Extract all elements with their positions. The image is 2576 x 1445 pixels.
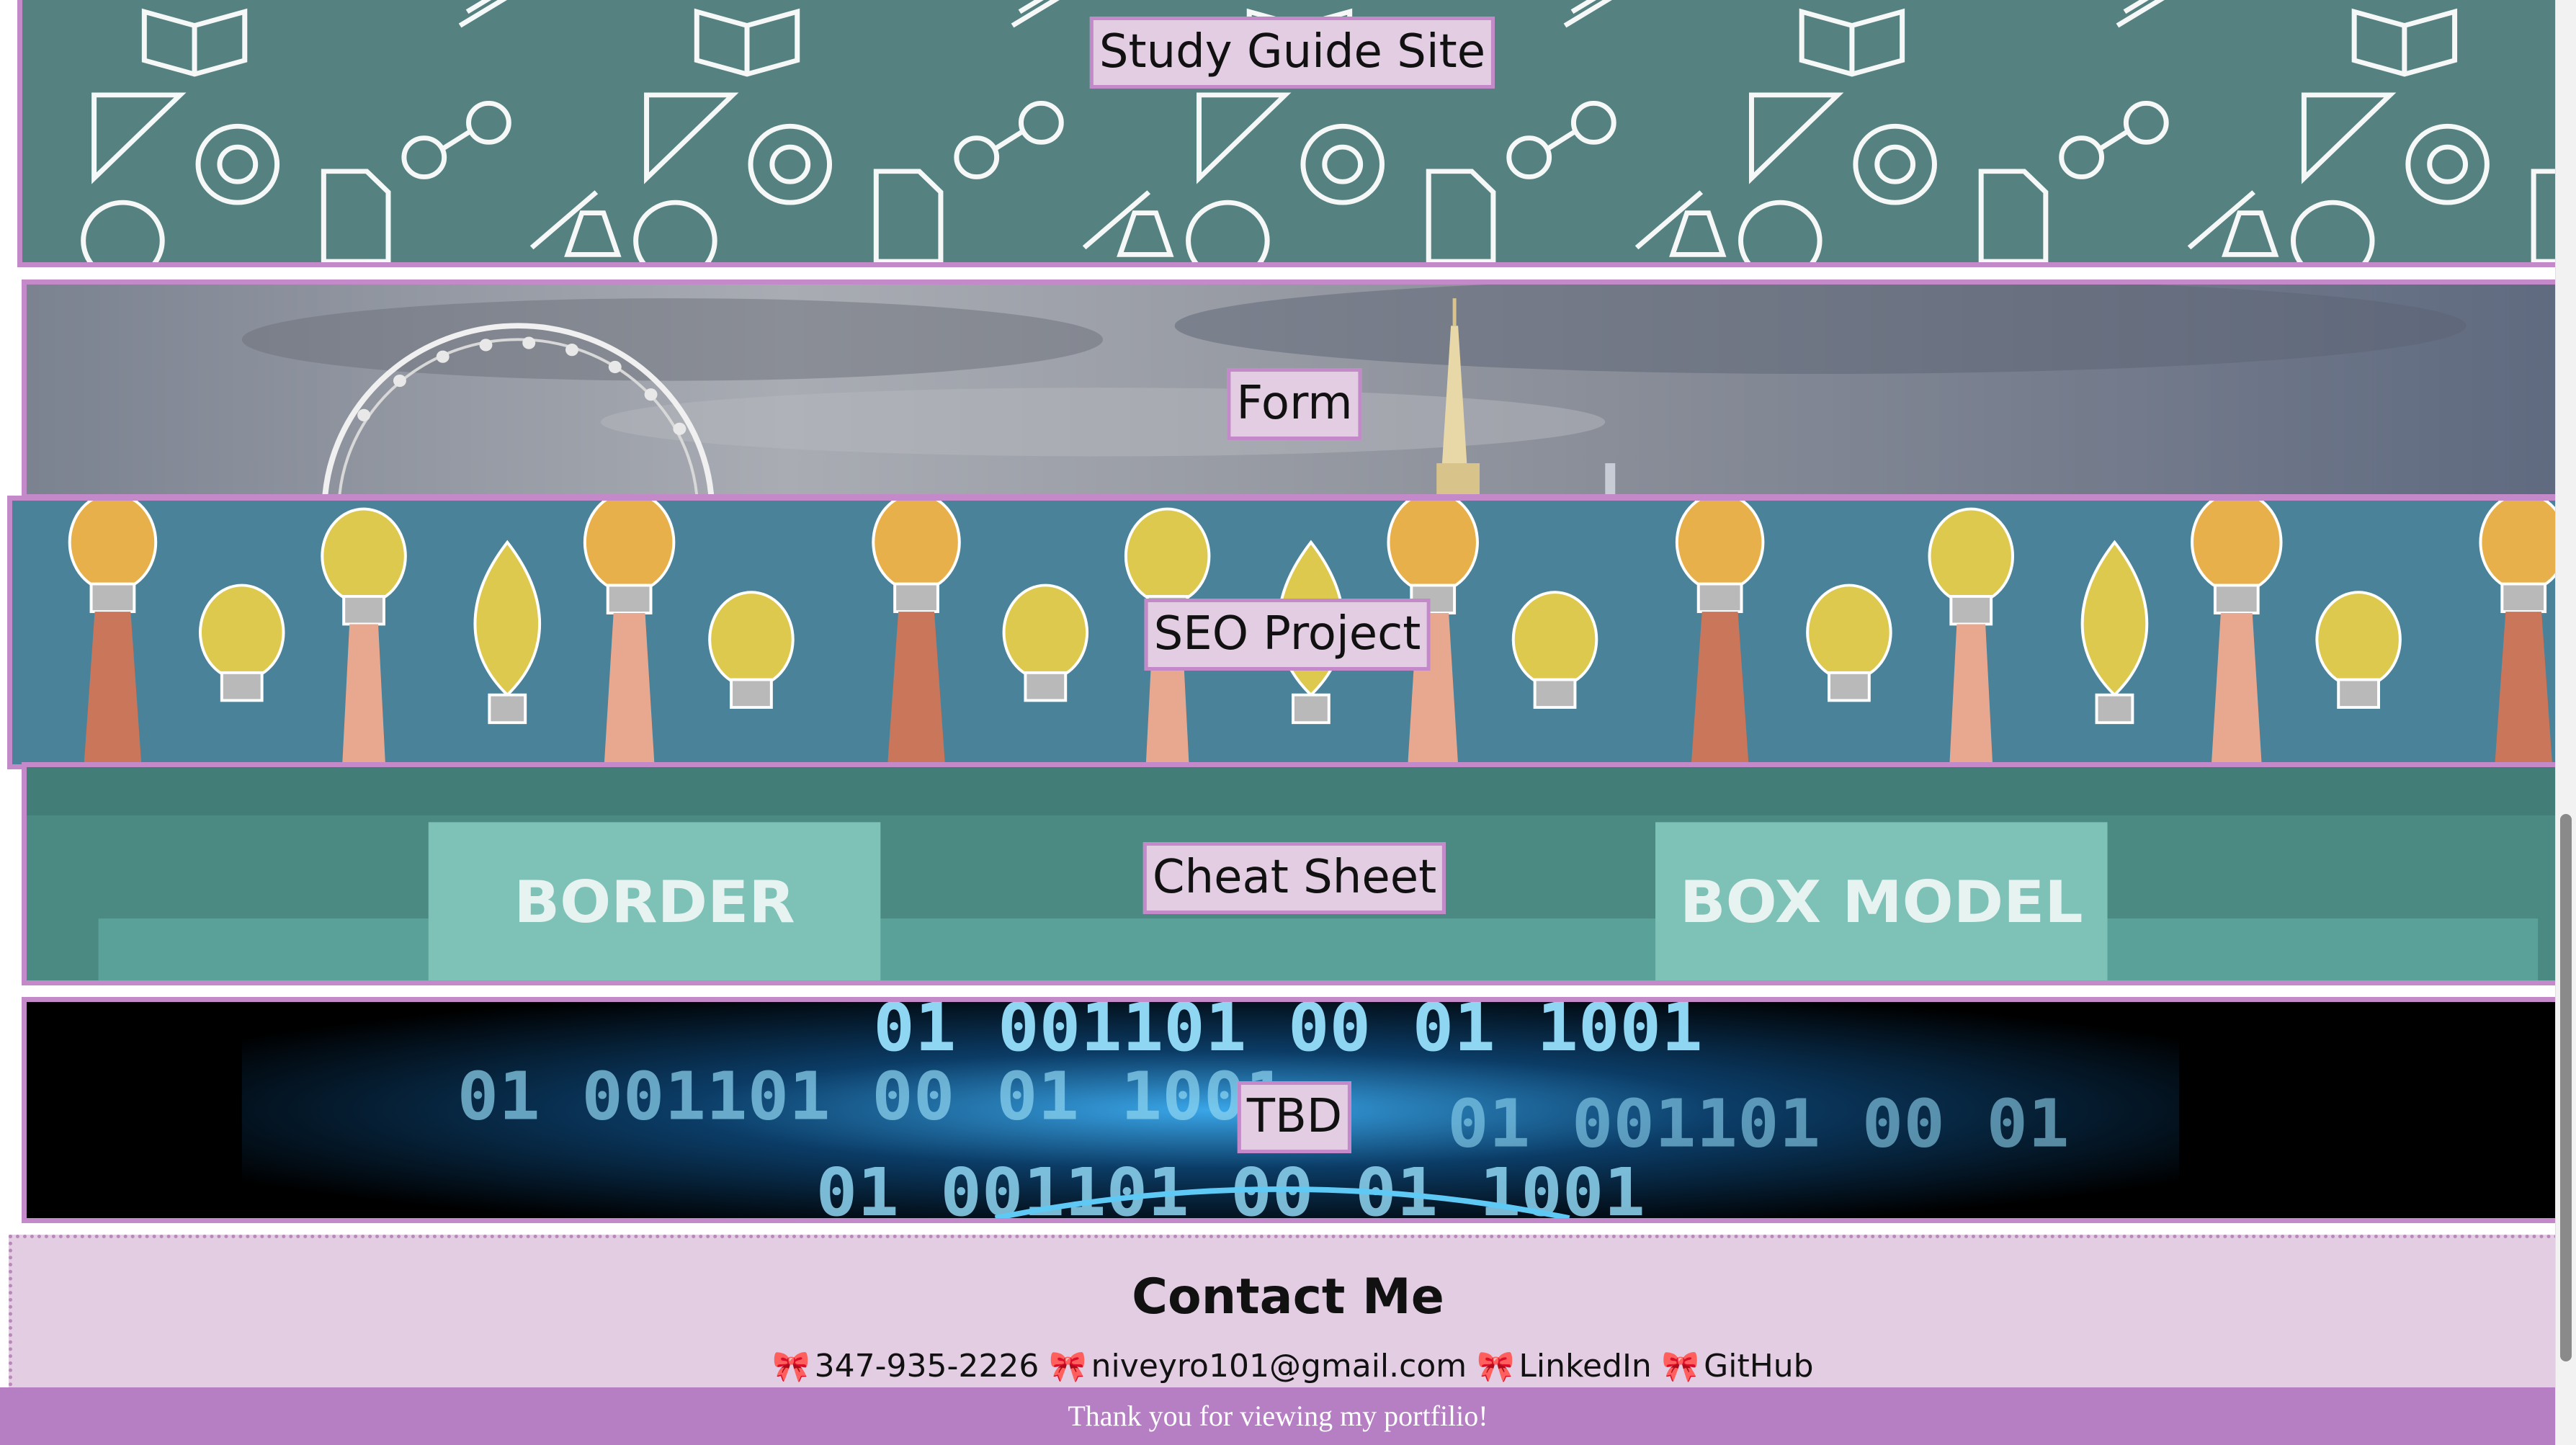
contact-section: Contact Me 🎀 347-935-2226 🎀 niveyro101@gmai… [9, 1235, 2567, 1400]
project-title-seo[interactable]: SEO Project [1144, 599, 1431, 671]
contact-links: 🎀 347-935-2226 🎀 niveyro101@gmail.com 🎀 Linke… [12, 1348, 2564, 1384]
binary-line-1: 01 001101 00 01 1001 [873, 1002, 1702, 1066]
project-card-form[interactable]: Form [22, 279, 2567, 499]
project-card-tbd[interactable]: 01 001101 00 01 1001 01 001101 00 01 100… [22, 997, 2567, 1223]
binary-line-3: 01 001101 00 01 [1447, 1086, 2070, 1163]
linkedin-link[interactable]: LinkedIn [1519, 1348, 1651, 1384]
project-title-form[interactable]: Form [1227, 368, 1362, 440]
ribbon-bow-icon: 🎀 [772, 1348, 810, 1384]
project-title-tbd[interactable]: TBD [1237, 1081, 1352, 1153]
binary-line-2: 01 001101 00 01 1001 [457, 1058, 1287, 1135]
project-card-cheat-sheet[interactable]: BORDER BOX MODEL Cheat Sheet [22, 762, 2567, 985]
box-model-word: BOX MODEL [1680, 869, 2083, 936]
footer-text: Thank you for viewing my portfilio! [1068, 1400, 1488, 1432]
portfolio-page: Study Guide Site Form SEO Project BORDER… [0, 0, 2576, 1445]
border-word: BORDER [514, 869, 795, 936]
contact-heading: Contact Me [1132, 1269, 1444, 1325]
phone-link[interactable]: 347-935-2226 [815, 1348, 1039, 1384]
ribbon-bow-icon: 🎀 [1661, 1348, 1700, 1384]
project-title-cheat-sheet[interactable]: Cheat Sheet [1142, 842, 1446, 914]
project-card-study-guide[interactable]: Study Guide Site [17, 0, 2567, 267]
scrollbar-thumb[interactable] [2560, 814, 2572, 1361]
ribbon-bow-icon: 🎀 [1049, 1348, 1087, 1384]
project-title-study-guide[interactable]: Study Guide Site [1089, 17, 1495, 89]
github-link[interactable]: GitHub [1704, 1348, 1813, 1384]
project-card-seo[interactable]: SEO Project [7, 496, 2567, 769]
email-link[interactable]: niveyro101@gmail.com [1091, 1348, 1467, 1384]
page-scrollbar[interactable] [2555, 0, 2576, 1445]
footer-bar: Thank you for viewing my portfilio! [0, 1387, 2556, 1445]
ribbon-bow-icon: 🎀 [1477, 1348, 1515, 1384]
